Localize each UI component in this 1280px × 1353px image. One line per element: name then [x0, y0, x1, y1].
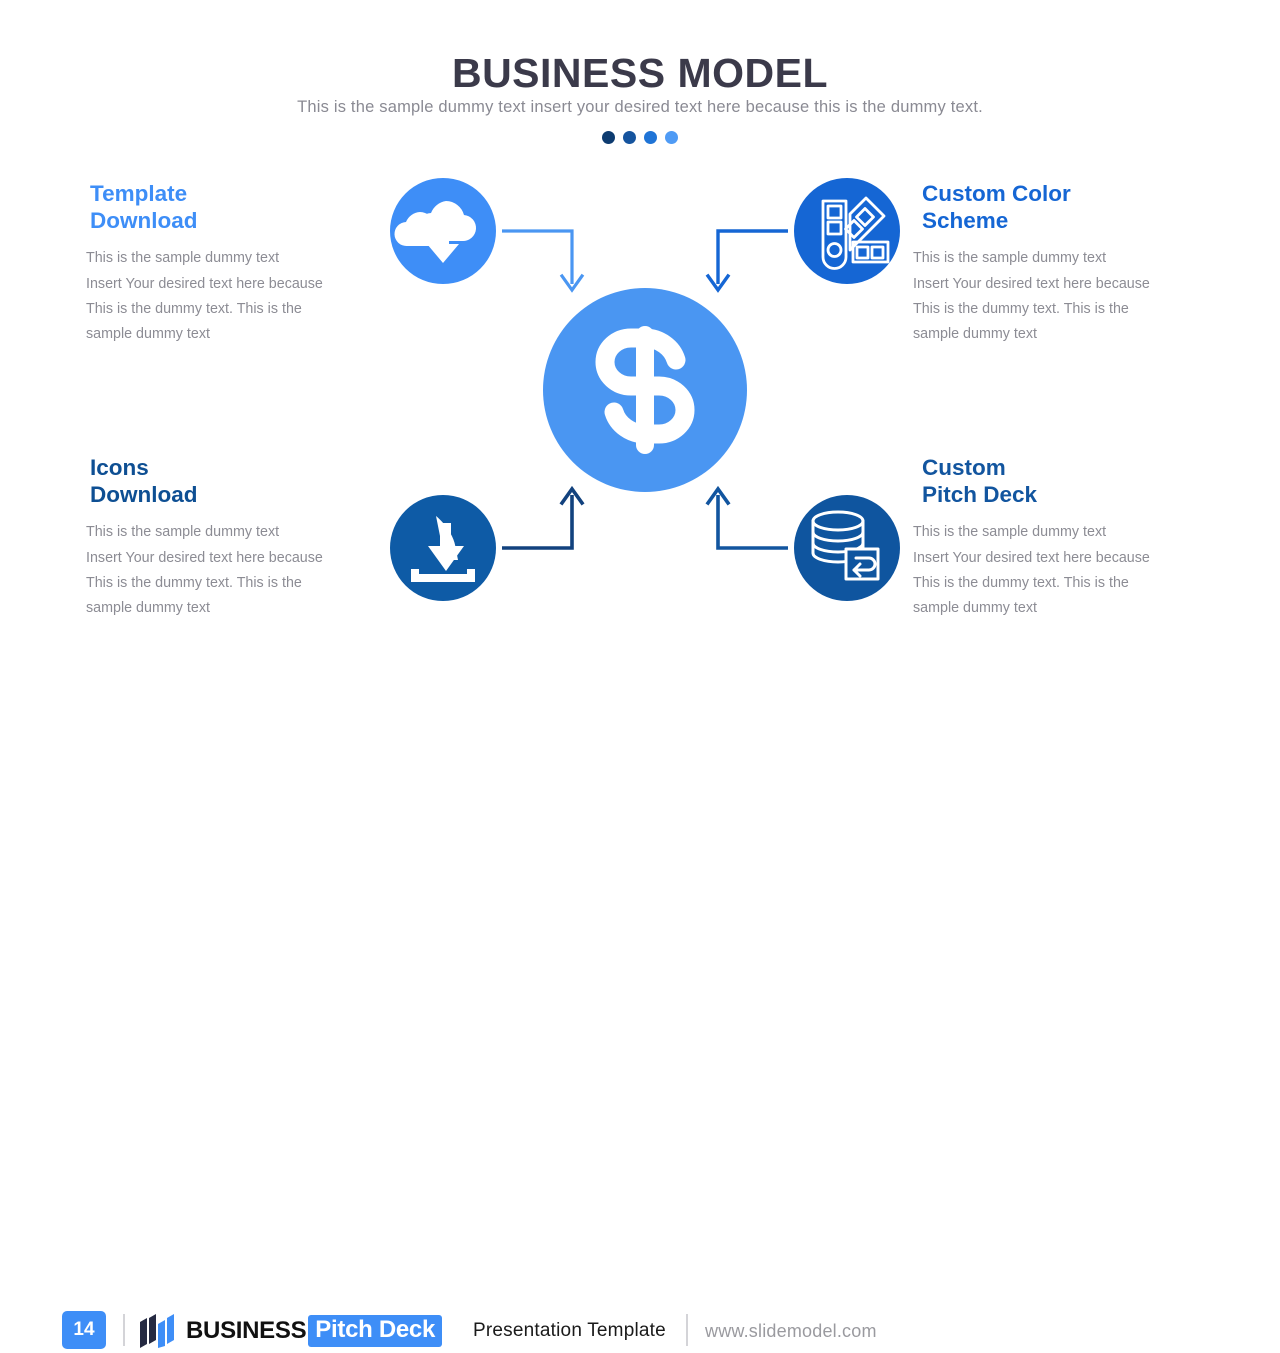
connector-top-right	[705, 229, 788, 293]
feature-body-template-download: This is the sample dummy text Insert You…	[86, 250, 323, 343]
node-custom-pitch-deck[interactable]	[794, 495, 900, 601]
feature-body-icons-download: This is the sample dummy text Insert You…	[86, 524, 323, 617]
slide-canvas: BUSINESS MODEL This is the sample dummy …	[0, 0, 1280, 1349]
connector-bottom-left	[502, 485, 585, 550]
brand-wordmark: BUSINESS Pitch Deck	[186, 1315, 443, 1347]
dot-1	[602, 131, 615, 144]
page-number-badge: 14	[62, 1311, 106, 1349]
business-model-diagram	[380, 168, 910, 623]
node-icons-download[interactable]	[390, 495, 496, 601]
footer-divider-1	[123, 1314, 125, 1346]
node-template-download[interactable]	[390, 178, 496, 284]
connector-bottom-right	[705, 485, 788, 550]
node-custom-color-scheme[interactable]	[794, 178, 900, 284]
feature-heading-custom-color-scheme: Custom Color Scheme	[922, 181, 1071, 233]
feature-heading-icons-download: Icons Download	[90, 455, 198, 507]
brand-logo-icon	[137, 1314, 179, 1348]
dot-4	[665, 131, 678, 144]
footer-tagline: Presentation Template	[473, 1320, 666, 1341]
footer-divider-2	[686, 1314, 688, 1346]
connector-top-left	[502, 229, 585, 293]
brand-business-text: BUSINESS	[186, 1317, 307, 1344]
feature-icons-download: Icons Download This is the sample dummy …	[86, 455, 376, 622]
dot-3	[644, 131, 657, 144]
page-title: BUSINESS MODEL	[451, 50, 829, 96]
decorative-dots	[0, 131, 1280, 144]
footer-website-url[interactable]: www.slidemodel.com	[705, 1321, 877, 1342]
center-node-dollar[interactable]	[543, 288, 747, 492]
feature-body-custom-pitch-deck: This is the sample dummy text Insert You…	[913, 524, 1150, 617]
feature-template-download: Template Download This is the sample dum…	[86, 181, 376, 348]
feature-custom-color-scheme: Custom Color Scheme This is the sample d…	[913, 181, 1203, 348]
slide-footer: 14 BUSINESS Pitch Deck Presentation Temp…	[0, 648, 1280, 1349]
feature-custom-pitch-deck: Custom Pitch Deck This is the sample dum…	[913, 455, 1203, 622]
page-subtitle: This is the sample dummy text insert you…	[297, 98, 983, 116]
feature-heading-template-download: Template Download	[90, 181, 198, 233]
brand-pitch-deck-text: Pitch Deck	[308, 1315, 443, 1347]
dot-2	[623, 131, 636, 144]
feature-heading-custom-pitch-deck: Custom Pitch Deck	[922, 455, 1038, 507]
feature-body-custom-color-scheme: This is the sample dummy text Insert You…	[913, 250, 1150, 343]
